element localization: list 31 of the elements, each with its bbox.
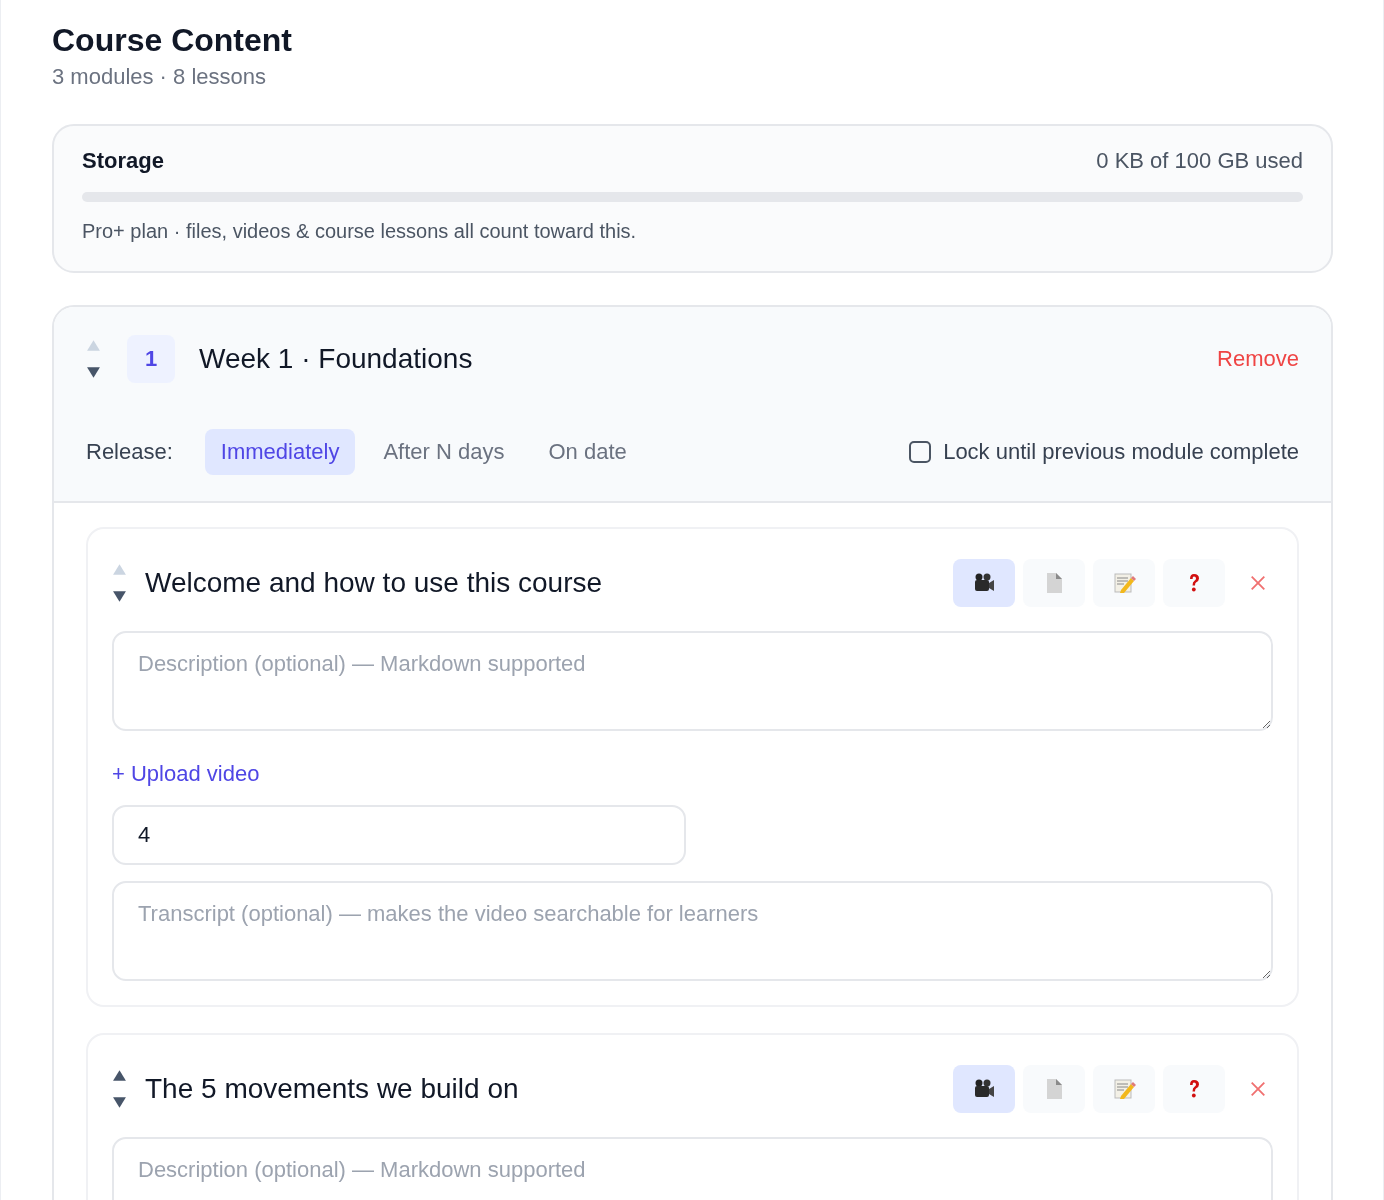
remove-button[interactable]: Remove	[1217, 346, 1299, 372]
upload-video-link[interactable]: + Upload video	[112, 761, 260, 787]
memo-pencil-icon	[1112, 571, 1136, 595]
release-option[interactable]: After N days	[367, 429, 521, 475]
move-down-icon[interactable]	[112, 590, 127, 603]
lock-checkbox[interactable]	[909, 441, 932, 463]
lesson-type-button[interactable]	[953, 1065, 1015, 1113]
module-title[interactable]: Week 1 · Foundations	[199, 343, 1218, 375]
duration-field[interactable]: 4	[112, 805, 686, 865]
close-icon[interactable]	[1249, 574, 1267, 592]
page-subtitle: 3 modules · 8 lessons	[52, 64, 267, 90]
close-icon[interactable]	[1249, 1080, 1267, 1098]
move-down-icon[interactable]	[86, 366, 101, 379]
description-field[interactable]: Description (optional) — Markdown supported	[112, 1137, 1273, 1200]
transcript-field[interactable]: Transcript (optional) — makes the video searchable for learners	[112, 881, 1273, 981]
module-number: 1	[127, 335, 175, 383]
move-down-icon[interactable]	[112, 1096, 127, 1109]
lesson-title[interactable]: The 5 movements we build on	[145, 1073, 953, 1105]
storage-usage: 0 KB of 100 GB used	[1096, 148, 1303, 174]
lesson-title[interactable]: Welcome and how to use this course	[145, 567, 953, 599]
lock-label: Lock until previous module complete	[943, 439, 1299, 465]
page-title: Course Content	[52, 21, 293, 60]
storage-note: Pro+ plan · files, videos & course lessons all count toward this.	[82, 220, 638, 243]
memo-pencil-icon	[1112, 1077, 1136, 1101]
move-up-icon[interactable]	[112, 1069, 127, 1082]
storage-label: Storage	[82, 148, 164, 174]
lesson-type-button[interactable]	[953, 559, 1015, 607]
release-option[interactable]: Immediately	[204, 429, 356, 475]
release-option[interactable]: On date	[532, 429, 643, 475]
release-label: Release:	[86, 439, 173, 465]
description-field[interactable]: Description (optional) — Markdown supported	[112, 631, 1273, 731]
